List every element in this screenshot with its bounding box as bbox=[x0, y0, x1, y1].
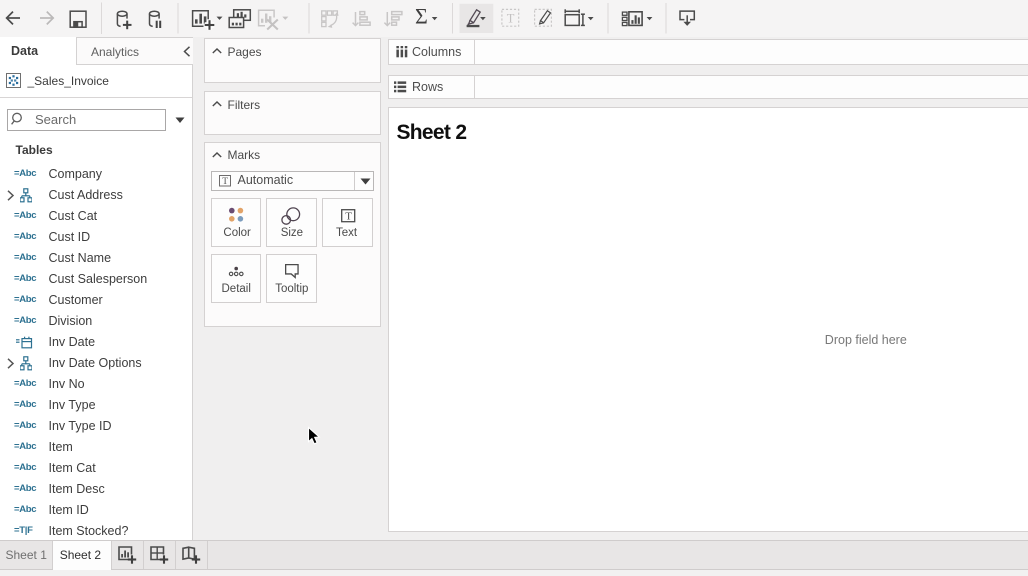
svg-text:T: T bbox=[222, 177, 228, 187]
svg-text:Σ: Σ bbox=[415, 3, 428, 28]
svg-text:T: T bbox=[345, 210, 352, 222]
svg-text:T: T bbox=[507, 11, 515, 25]
